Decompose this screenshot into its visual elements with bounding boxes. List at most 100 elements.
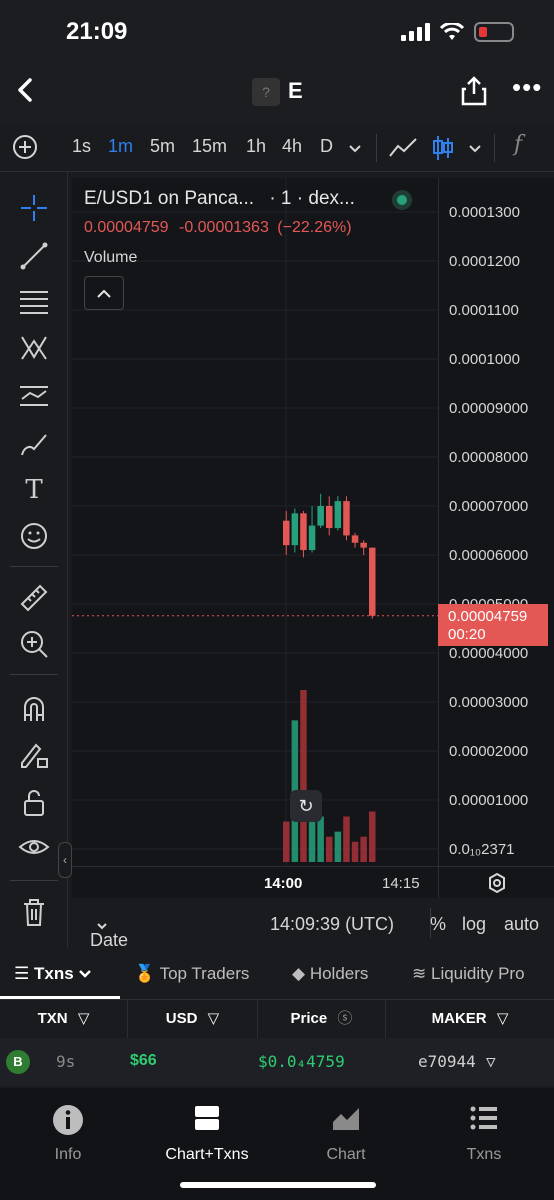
nav-chart-txns[interactable]: Chart+Txns bbox=[147, 1104, 267, 1164]
delete-tool[interactable] bbox=[16, 894, 52, 930]
rotate-icon: ↻ bbox=[298, 796, 314, 816]
dollar-circle-icon: ⓢ bbox=[337, 1010, 353, 1027]
drawing-toolbar: T bbox=[0, 172, 68, 948]
interval-dropdown[interactable] bbox=[348, 138, 362, 159]
add-indicator-button[interactable] bbox=[12, 134, 38, 165]
text-icon: T bbox=[25, 475, 43, 505]
toolbar-collapse-handle[interactable]: ‹ bbox=[58, 842, 72, 878]
emoji-tool[interactable] bbox=[16, 518, 52, 554]
more-button[interactable]: ••• bbox=[512, 72, 542, 103]
col-usd[interactable]: USD ▽ bbox=[128, 1000, 258, 1038]
candlestick-icon bbox=[433, 136, 453, 160]
home-indicator bbox=[180, 1182, 376, 1188]
percent-toggle[interactable]: % bbox=[430, 914, 446, 935]
interval-4h[interactable]: 4h bbox=[282, 136, 302, 157]
unlock-tool[interactable] bbox=[16, 784, 52, 820]
tabs-bar: ☰ Txns 🏅 Top Traders ◆ Holders ≋ Liquidi… bbox=[0, 950, 554, 1000]
current-price-value: 0.00004759 bbox=[448, 608, 528, 625]
back-button[interactable] bbox=[14, 76, 38, 111]
nav-label: Info bbox=[54, 1146, 82, 1163]
volume-bar bbox=[343, 816, 350, 862]
eye-icon bbox=[18, 840, 50, 854]
brush-tool[interactable] bbox=[16, 426, 52, 462]
nav-txns[interactable]: Txns bbox=[424, 1104, 544, 1164]
tab-txns[interactable]: ☰ Txns bbox=[14, 964, 92, 984]
line-chart-button[interactable] bbox=[388, 136, 418, 163]
prediction-tool[interactable] bbox=[16, 378, 52, 414]
chart-settings-button[interactable] bbox=[438, 866, 554, 898]
col-label: TXN bbox=[37, 1010, 68, 1027]
zoom-in-icon bbox=[21, 631, 48, 658]
nav-label: Txns bbox=[466, 1146, 502, 1163]
pair-title[interactable]: E/USD1 on Panca... · 1 · dex... bbox=[84, 188, 355, 210]
zoom-tool[interactable] bbox=[16, 626, 52, 662]
chart-icon bbox=[286, 1104, 406, 1138]
candle-body bbox=[343, 501, 350, 536]
legend-collapse-button[interactable] bbox=[84, 276, 124, 310]
live-status-icon bbox=[392, 190, 412, 210]
nav-info[interactable]: Info bbox=[8, 1104, 128, 1164]
price-label: 0.00006000 bbox=[449, 547, 529, 564]
volume-bar bbox=[369, 811, 376, 862]
price-label: 0.00001000 bbox=[449, 792, 529, 809]
price-axis[interactable]: 0.0001300 0.0001200 0.0001100 0.0001000 … bbox=[438, 178, 554, 866]
interval-5m[interactable]: 5m bbox=[150, 136, 175, 157]
pattern-tool[interactable] bbox=[16, 330, 52, 366]
time-axis[interactable]: 14:00 14:15 bbox=[72, 866, 438, 898]
tab-holders[interactable]: ◆ Holders bbox=[292, 964, 368, 984]
battery-icon bbox=[474, 22, 514, 42]
date-range-button[interactable]: Date Range bbox=[90, 914, 143, 971]
chart-plot[interactable] bbox=[72, 178, 438, 866]
share-button[interactable] bbox=[460, 76, 488, 106]
price-label: 0.0₁₀2371 bbox=[449, 841, 515, 858]
reset-chart-button[interactable]: ↻ bbox=[290, 790, 322, 822]
price-label: 0.00002000 bbox=[449, 743, 529, 760]
interval-1s[interactable]: 1s bbox=[72, 136, 91, 157]
trash-icon bbox=[24, 899, 44, 926]
candle-body bbox=[326, 506, 333, 529]
smiley-icon bbox=[21, 523, 47, 549]
measure-tool[interactable] bbox=[16, 580, 52, 616]
col-txn[interactable]: TXN ▽ bbox=[0, 1000, 128, 1038]
interval-15m[interactable]: 15m bbox=[192, 136, 227, 157]
chevron-up-icon bbox=[97, 289, 111, 298]
txn-maker[interactable]: e70944 bbox=[418, 1052, 476, 1071]
magnet-tool[interactable] bbox=[16, 690, 52, 726]
tab-label: Top Traders bbox=[159, 964, 250, 983]
chart-type-dropdown[interactable] bbox=[468, 138, 482, 159]
txn-age: 9s bbox=[56, 1052, 76, 1071]
horizontal-lines-icon bbox=[20, 291, 48, 314]
tab-top-traders[interactable]: 🏅 Top Traders bbox=[134, 964, 249, 984]
price-label: 0.00007000 bbox=[449, 498, 529, 515]
interval-1m[interactable]: 1m bbox=[108, 136, 133, 157]
pair-source: · 1 · dex... bbox=[269, 188, 355, 209]
filter-icon[interactable]: ▽ bbox=[486, 1052, 496, 1071]
crosshair-icon bbox=[21, 195, 47, 221]
function-button[interactable]: f bbox=[514, 132, 522, 157]
auto-toggle[interactable]: auto bbox=[504, 914, 539, 935]
lock-drawing-tool[interactable] bbox=[16, 736, 52, 772]
col-maker[interactable]: MAKER ▽ bbox=[386, 1000, 554, 1038]
candles-button[interactable] bbox=[432, 134, 454, 167]
nav-label: Chart+Txns bbox=[165, 1146, 249, 1163]
nav-chart[interactable]: Chart bbox=[286, 1104, 406, 1164]
interval-1h[interactable]: 1h bbox=[246, 136, 266, 157]
volume-bar bbox=[300, 690, 307, 862]
tab-liquidity[interactable]: ≋ Liquidity Pro bbox=[412, 964, 525, 984]
chevron-left-icon bbox=[18, 78, 32, 102]
trend-line-tool[interactable] bbox=[16, 238, 52, 274]
fib-tool[interactable] bbox=[16, 284, 52, 320]
crosshair-tool[interactable] bbox=[16, 190, 52, 226]
txn-usd: $66 bbox=[130, 1052, 157, 1069]
brush-icon bbox=[21, 434, 47, 456]
pattern-icon bbox=[21, 336, 47, 360]
tab-label: Txns bbox=[33, 964, 74, 983]
table-row[interactable]: B 9s $66 $0.0₄4759 e70944 ▽ bbox=[0, 1038, 554, 1086]
text-tool[interactable]: T bbox=[16, 472, 52, 508]
visibility-tool[interactable] bbox=[16, 830, 52, 866]
volume-bar bbox=[326, 836, 333, 862]
log-toggle[interactable]: log bbox=[462, 914, 486, 935]
interval-d[interactable]: D bbox=[320, 136, 333, 157]
legend-change-pct: (−22.26%) bbox=[277, 219, 352, 236]
col-price[interactable]: Price ⓢ bbox=[258, 1000, 386, 1038]
